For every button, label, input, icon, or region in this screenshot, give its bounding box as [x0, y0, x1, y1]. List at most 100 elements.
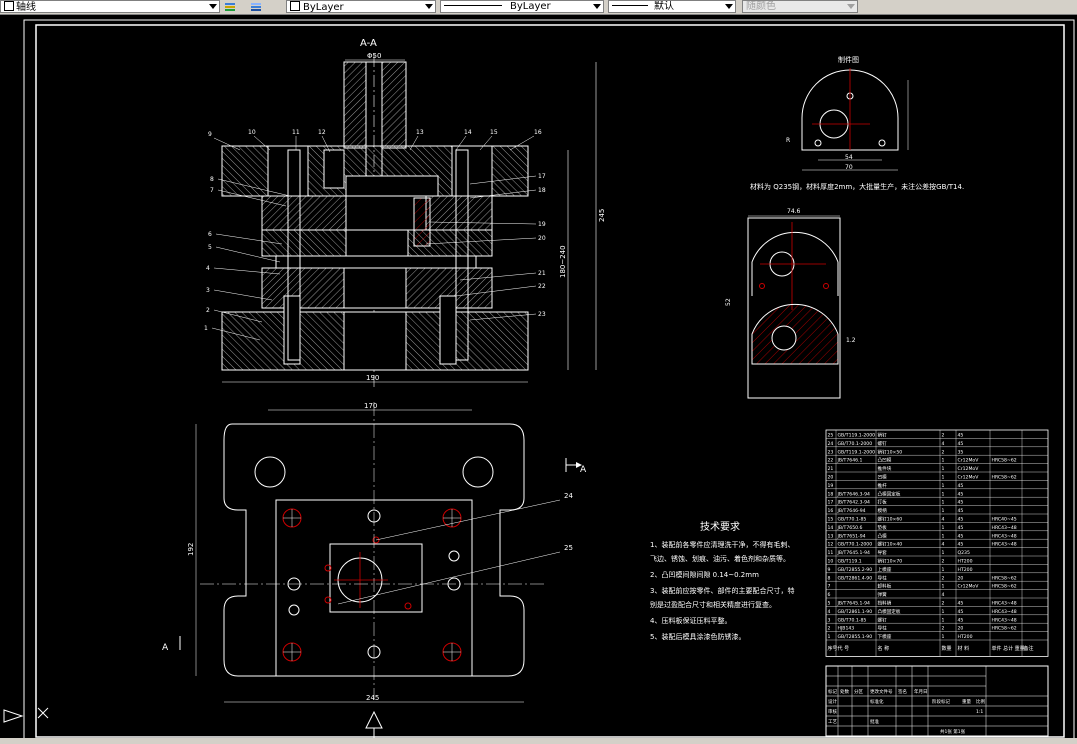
plotstyle-control-dropdown[interactable]: 随颜色	[742, 0, 858, 13]
bom-cell: 20	[958, 626, 964, 632]
bom-cell: 模柄	[878, 507, 888, 514]
bom-cell: HRC58~62	[992, 575, 1017, 581]
svg-text:1: 1	[204, 325, 208, 332]
bom-cell: 12	[828, 542, 834, 548]
bom-cell: GB/T70.1-2000	[838, 441, 873, 447]
bom-cell: 19	[828, 483, 834, 489]
bom-header-cell: 序号	[828, 645, 838, 652]
bom-cell: 21	[828, 466, 834, 472]
bom-cell: 垫板	[878, 524, 888, 531]
bom-cell: HRC40~45	[992, 517, 1017, 523]
bom-cell: 5	[828, 601, 831, 607]
bom-cell: 45	[958, 517, 964, 523]
bom-cell: 凸模固定板	[878, 608, 901, 615]
bom-cell: 螺钉	[878, 440, 888, 447]
svg-text:1、装配前各零件应清理洗干净，不得有毛刺、: 1、装配前各零件应清理洗干净，不得有毛刺、	[650, 540, 794, 549]
bom-cell: 18	[828, 491, 834, 497]
bom-cell: 4	[942, 517, 945, 523]
svg-text:8: 8	[210, 176, 214, 183]
bom-cell: 2	[828, 626, 831, 632]
bom-cell: 23	[828, 449, 834, 455]
bom-cell: JB/T7646-94	[837, 508, 866, 514]
svg-text:签名: 签名	[898, 688, 907, 695]
chevron-down-icon	[209, 4, 217, 9]
bom-cell: 1	[942, 550, 945, 556]
bom-cell: 45	[958, 500, 964, 506]
bom-cell: 14	[828, 525, 834, 531]
bom-cell: HRC58~62	[992, 475, 1017, 481]
svg-text:170: 170	[364, 402, 377, 410]
dim-top-width: Φ50	[367, 52, 381, 60]
bom-cell: GB/T2861.4-90	[838, 575, 873, 581]
svg-text:分区: 分区	[854, 688, 863, 695]
svg-text:192: 192	[187, 543, 195, 556]
svg-text:54: 54	[845, 154, 853, 161]
bom-cell: 凸模	[878, 532, 888, 539]
lineweight-control-dropdown[interactable]: 默认	[608, 0, 736, 13]
svg-text:25: 25	[564, 544, 573, 552]
svg-text:重量: 重量	[962, 698, 971, 705]
bom-cell: 9	[828, 567, 831, 573]
svg-text:A: A	[580, 465, 587, 475]
bom-header-cell: 代 号	[838, 645, 850, 652]
bom-cell: 45	[958, 617, 964, 623]
bom-cell: 1	[942, 466, 945, 472]
bom-header-cell: 材 料	[958, 645, 970, 652]
svg-text:共1张 第1张: 共1张 第1张	[940, 728, 966, 735]
bom-cell: 4	[942, 542, 945, 548]
color-control-dropdown[interactable]: ByLayer	[286, 0, 436, 13]
svg-text:5、装配后模具涂漆色防锈漆。: 5、装配后模具涂漆色防锈漆。	[650, 632, 745, 641]
svg-text:14: 14	[464, 129, 472, 136]
svg-text:处数: 处数	[840, 688, 849, 695]
bom-header-cell: 名 称	[878, 645, 890, 652]
bom-cell: 1	[942, 508, 945, 514]
bom-cell: 下模座	[878, 633, 892, 640]
properties-toolbar: 轴线 ByLayer ByLayer 默认 随颜色	[0, 0, 1077, 15]
ucs-x-marker-icon	[37, 707, 49, 719]
bom-cell: 推杆	[878, 482, 888, 489]
bom-cell: 16	[828, 508, 834, 514]
bom-cell: 打板	[878, 499, 888, 506]
bom-cell: 45	[958, 601, 964, 607]
chevron-down-icon	[847, 4, 855, 9]
svg-text:13: 13	[416, 129, 424, 136]
status-bar	[0, 738, 1077, 744]
outer-frame	[23, 19, 1075, 743]
plan-view: 170 192 245 24 25 A A	[162, 402, 587, 742]
bom-header-cell: 备注	[1024, 645, 1034, 652]
svg-text:23: 23	[538, 311, 546, 318]
svg-text:1:1: 1:1	[976, 709, 983, 715]
bom-cell: JB/T7650.6	[837, 525, 863, 531]
svg-text:A: A	[162, 643, 169, 653]
svg-text:4、压料板保证压料平整。: 4、压料板保证压料平整。	[650, 616, 731, 625]
bom-cell: 1	[942, 567, 945, 573]
bom-cell: JB/T7645.1-94	[837, 550, 871, 556]
bom-cell: 45	[958, 433, 964, 439]
linetype-control-dropdown[interactable]: ByLayer	[440, 0, 604, 13]
bom-cell: 35	[958, 449, 964, 455]
bom-header-cell: 单件 总计 重量	[992, 645, 1025, 652]
svg-text:3、装配前应按零件、部件的主要配合尺寸，特: 3、装配前应按零件、部件的主要配合尺寸，特	[650, 586, 794, 595]
layer-dropdown[interactable]: 轴线	[0, 0, 220, 13]
bom-cell: HJB143	[838, 626, 855, 632]
technical-requirements: 技术要求 1、装配前各零件应清理洗干净，不得有毛刺、 飞边、锈蚀、划痕、油污、着…	[650, 520, 794, 641]
bom-cell: 卸料板	[878, 583, 892, 590]
drawing-canvas[interactable]: A-A Φ50 190 180~240 245 1 2 3 4 5 6 7 8 …	[0, 15, 1077, 744]
bom-cell: 2	[942, 559, 945, 565]
color-swatch-icon	[290, 1, 300, 11]
layer-previous-icon[interactable]	[250, 1, 262, 12]
bom-cell: 挡料销	[878, 600, 892, 607]
dim-bottom-width: 190	[366, 374, 379, 382]
section-label: A-A	[360, 38, 377, 49]
bom-cell: 凸模固定板	[878, 490, 901, 497]
bom-cell: GB/T2861.1-90	[838, 609, 873, 615]
bom-cell: 销钉	[878, 432, 888, 439]
strip-layout-view: 74.6 52 1.2	[725, 208, 856, 399]
bom-cell: 1	[942, 525, 945, 531]
bom-cell: Cr12MoV	[958, 458, 980, 464]
make-layer-current-icon[interactable]	[224, 1, 236, 12]
bom-cell: 25	[828, 433, 834, 439]
bom-cell: 45	[958, 542, 964, 548]
bom-cell: 2	[942, 575, 945, 581]
bom-cell: 导套	[878, 549, 888, 556]
